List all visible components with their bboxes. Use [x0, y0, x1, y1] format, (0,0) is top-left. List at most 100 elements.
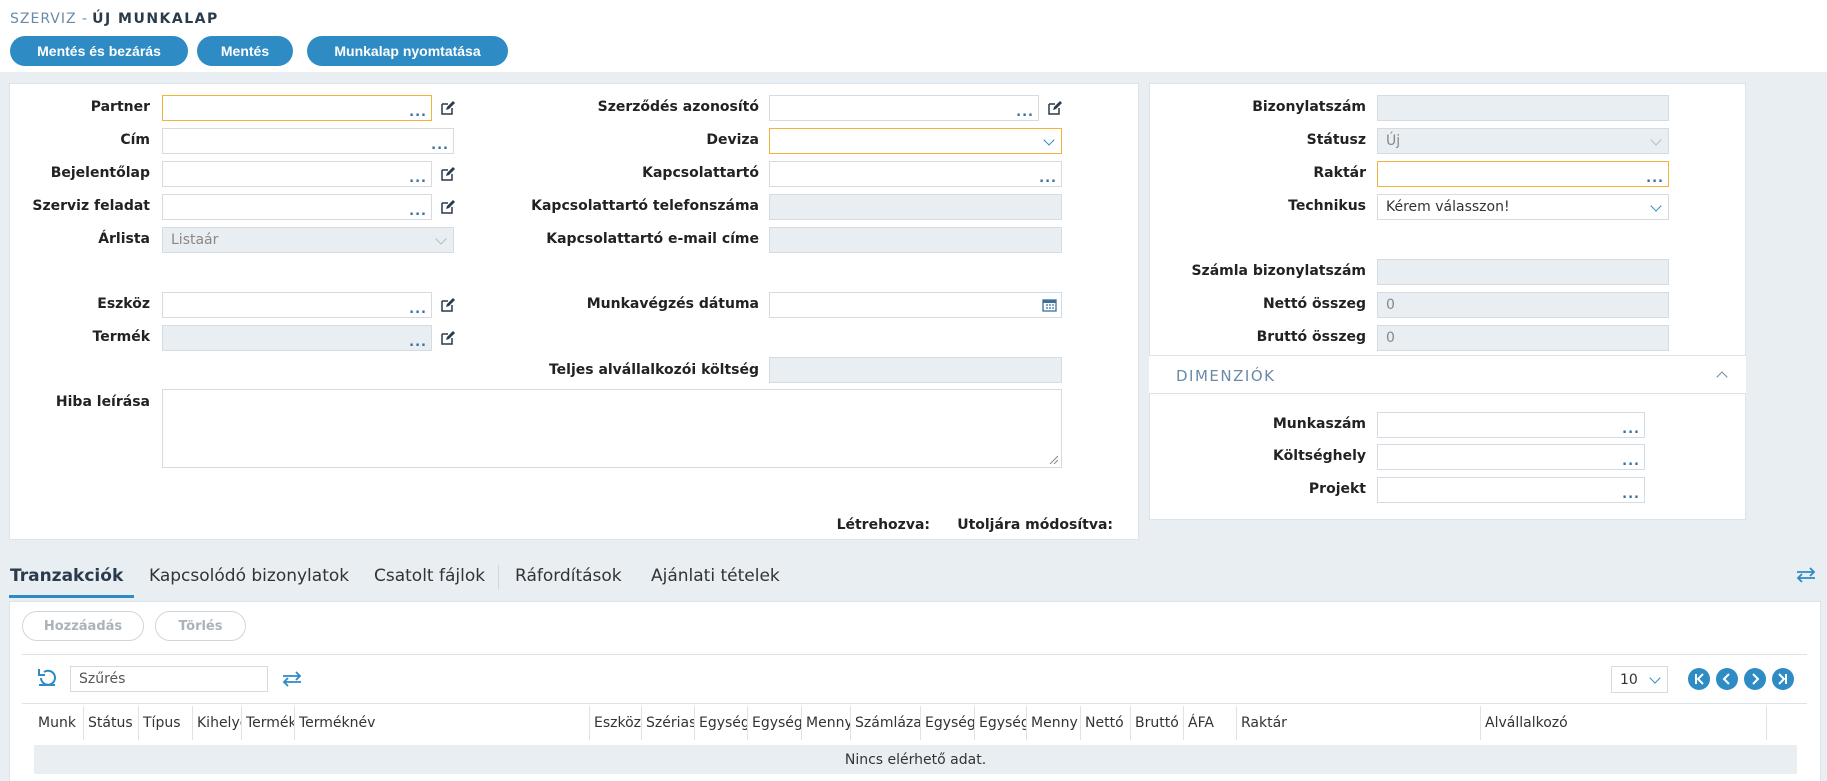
gross-amount-label: Bruttó összeg — [1256, 329, 1366, 345]
next-page-button[interactable] — [1744, 668, 1766, 690]
page-size-select[interactable]: 10 — [1611, 666, 1668, 693]
price-list-select[interactable]: Listaár — [162, 227, 454, 253]
technician-select[interactable]: Kérem válasszon! — [1377, 194, 1669, 220]
more-icon[interactable]: ... — [1622, 423, 1640, 436]
print-worksheet-button[interactable]: Munkalap nyomtatása — [307, 36, 508, 66]
active-tab-indicator — [9, 595, 134, 598]
net-amount-input: 0 — [1377, 292, 1669, 318]
work-number-label: Munkaszám — [1272, 416, 1366, 432]
more-icon[interactable]: ... — [409, 336, 427, 349]
product-input[interactable]: ... — [162, 325, 432, 351]
first-page-button[interactable] — [1688, 668, 1710, 690]
edit-icon[interactable] — [440, 100, 456, 116]
column-header[interactable]: Menny — [802, 706, 851, 740]
work-number-input[interactable]: ... — [1377, 412, 1645, 438]
address-input[interactable]: ... — [162, 128, 454, 154]
contact-input[interactable]: ... — [769, 161, 1062, 187]
edit-icon[interactable] — [440, 199, 456, 215]
device-input[interactable]: ... — [162, 292, 432, 318]
column-header[interactable]: Nettó — [1081, 706, 1131, 740]
status-select[interactable]: Új — [1377, 128, 1669, 154]
tab-expenditures[interactable]: Ráfordítások — [515, 566, 622, 586]
column-header[interactable]: Alvállalkozó — [1481, 706, 1767, 740]
column-header[interactable]: Kihelyez — [193, 706, 242, 740]
edit-icon[interactable] — [440, 330, 456, 346]
more-icon[interactable]: ... — [1039, 172, 1057, 185]
last-modified-label: Utoljára módosítva: — [957, 517, 1113, 533]
tab-attached-files[interactable]: Csatolt fájlok — [374, 566, 485, 586]
delete-button[interactable]: Törlés — [155, 611, 246, 641]
column-header[interactable]: Bruttó — [1131, 706, 1184, 740]
contact-phone-input — [769, 194, 1062, 220]
currency-select[interactable] — [769, 128, 1062, 154]
column-header[interactable]: Egység — [921, 706, 975, 740]
column-header[interactable]: Számlázan — [851, 706, 921, 740]
column-header[interactable]: Egység — [975, 706, 1027, 740]
tab-divider — [498, 565, 499, 589]
more-icon[interactable]: ... — [409, 106, 427, 119]
contact-label: Kapcsolattartó — [642, 165, 759, 181]
column-header[interactable]: Terméknév — [295, 706, 590, 740]
edit-icon[interactable] — [440, 166, 456, 182]
subcontractor-cost-input — [769, 357, 1062, 383]
column-header[interactable]: Raktár — [1237, 706, 1481, 740]
more-icon[interactable]: ... — [431, 139, 449, 152]
chevron-up-icon[interactable] — [1716, 371, 1728, 383]
contract-id-input[interactable]: ... — [769, 95, 1039, 121]
column-header[interactable]: Menny — [1027, 706, 1081, 740]
column-header[interactable]: Típus — [139, 706, 193, 740]
more-icon[interactable]: ... — [1622, 488, 1640, 501]
prev-page-button[interactable] — [1716, 668, 1738, 690]
swap-icon[interactable] — [280, 670, 304, 688]
more-icon[interactable]: ... — [409, 303, 427, 316]
column-header[interactable]: Termék — [242, 706, 295, 740]
tab-quote-items[interactable]: Ajánlati tételek — [651, 566, 780, 586]
more-icon[interactable]: ... — [1016, 106, 1034, 119]
partner-input[interactable]: ... — [162, 95, 432, 121]
invoice-number-input — [1377, 259, 1669, 285]
warehouse-input[interactable]: ... — [1377, 161, 1669, 187]
edit-icon[interactable] — [440, 297, 456, 313]
column-header[interactable]: Eszköz — [590, 706, 642, 740]
first-page-icon — [1695, 673, 1704, 685]
save-button[interactable]: Mentés — [197, 36, 293, 66]
gross-amount-input: 0 — [1377, 325, 1669, 351]
top-bar: SZERVIZ - ÚJ MUNKALAP Mentés és bezárás M… — [0, 0, 1827, 72]
save-close-button[interactable]: Mentés és bezárás — [10, 36, 188, 66]
partner-label: Partner — [90, 99, 150, 115]
chevron-right-icon — [1752, 673, 1760, 685]
net-amount-label: Nettó összeg — [1262, 296, 1366, 312]
add-button[interactable]: Hozzáadás — [22, 611, 144, 641]
column-header[interactable]: Státus — [84, 706, 139, 740]
currency-label: Deviza — [706, 132, 759, 148]
column-header[interactable]: Szériasz — [642, 706, 695, 740]
column-header[interactable]: Egység — [695, 706, 748, 740]
column-header[interactable]: Egység — [748, 706, 802, 740]
created-label: Létrehozva: — [836, 517, 930, 533]
edit-icon[interactable] — [1047, 100, 1063, 116]
last-page-button[interactable] — [1772, 668, 1794, 690]
refresh-icon[interactable] — [36, 668, 58, 688]
more-icon[interactable]: ... — [1622, 455, 1640, 468]
more-icon[interactable]: ... — [409, 205, 427, 218]
dimensions-header[interactable]: DIMENZIÓK — [1149, 355, 1746, 394]
tab-transactions[interactable]: Tranzakciók — [10, 566, 123, 586]
resize-handle-icon[interactable] — [1048, 454, 1058, 464]
work-date-input[interactable] — [769, 292, 1062, 318]
more-icon[interactable]: ... — [1646, 172, 1664, 185]
column-header[interactable]: ÁFA — [1184, 706, 1237, 740]
fault-description-textarea[interactable] — [162, 389, 1062, 468]
more-icon[interactable]: ... — [409, 172, 427, 185]
report-sheet-input[interactable]: ... — [162, 161, 432, 187]
tab-related-documents[interactable]: Kapcsolódó bizonylatok — [149, 566, 349, 586]
project-input[interactable]: ... — [1377, 477, 1645, 503]
cost-center-input[interactable]: ... — [1377, 444, 1645, 470]
breadcrumb-module[interactable]: SZERVIZ - — [10, 11, 88, 27]
chevron-down-icon — [1650, 134, 1662, 146]
contact-phone-label: Kapcsolattartó telefonszáma — [531, 198, 759, 214]
service-task-input[interactable]: ... — [162, 194, 432, 220]
filter-input[interactable]: Szűrés — [70, 666, 268, 692]
calendar-icon[interactable] — [1042, 298, 1057, 312]
column-header[interactable]: Munk — [34, 706, 84, 740]
swap-icon[interactable] — [1795, 566, 1817, 584]
